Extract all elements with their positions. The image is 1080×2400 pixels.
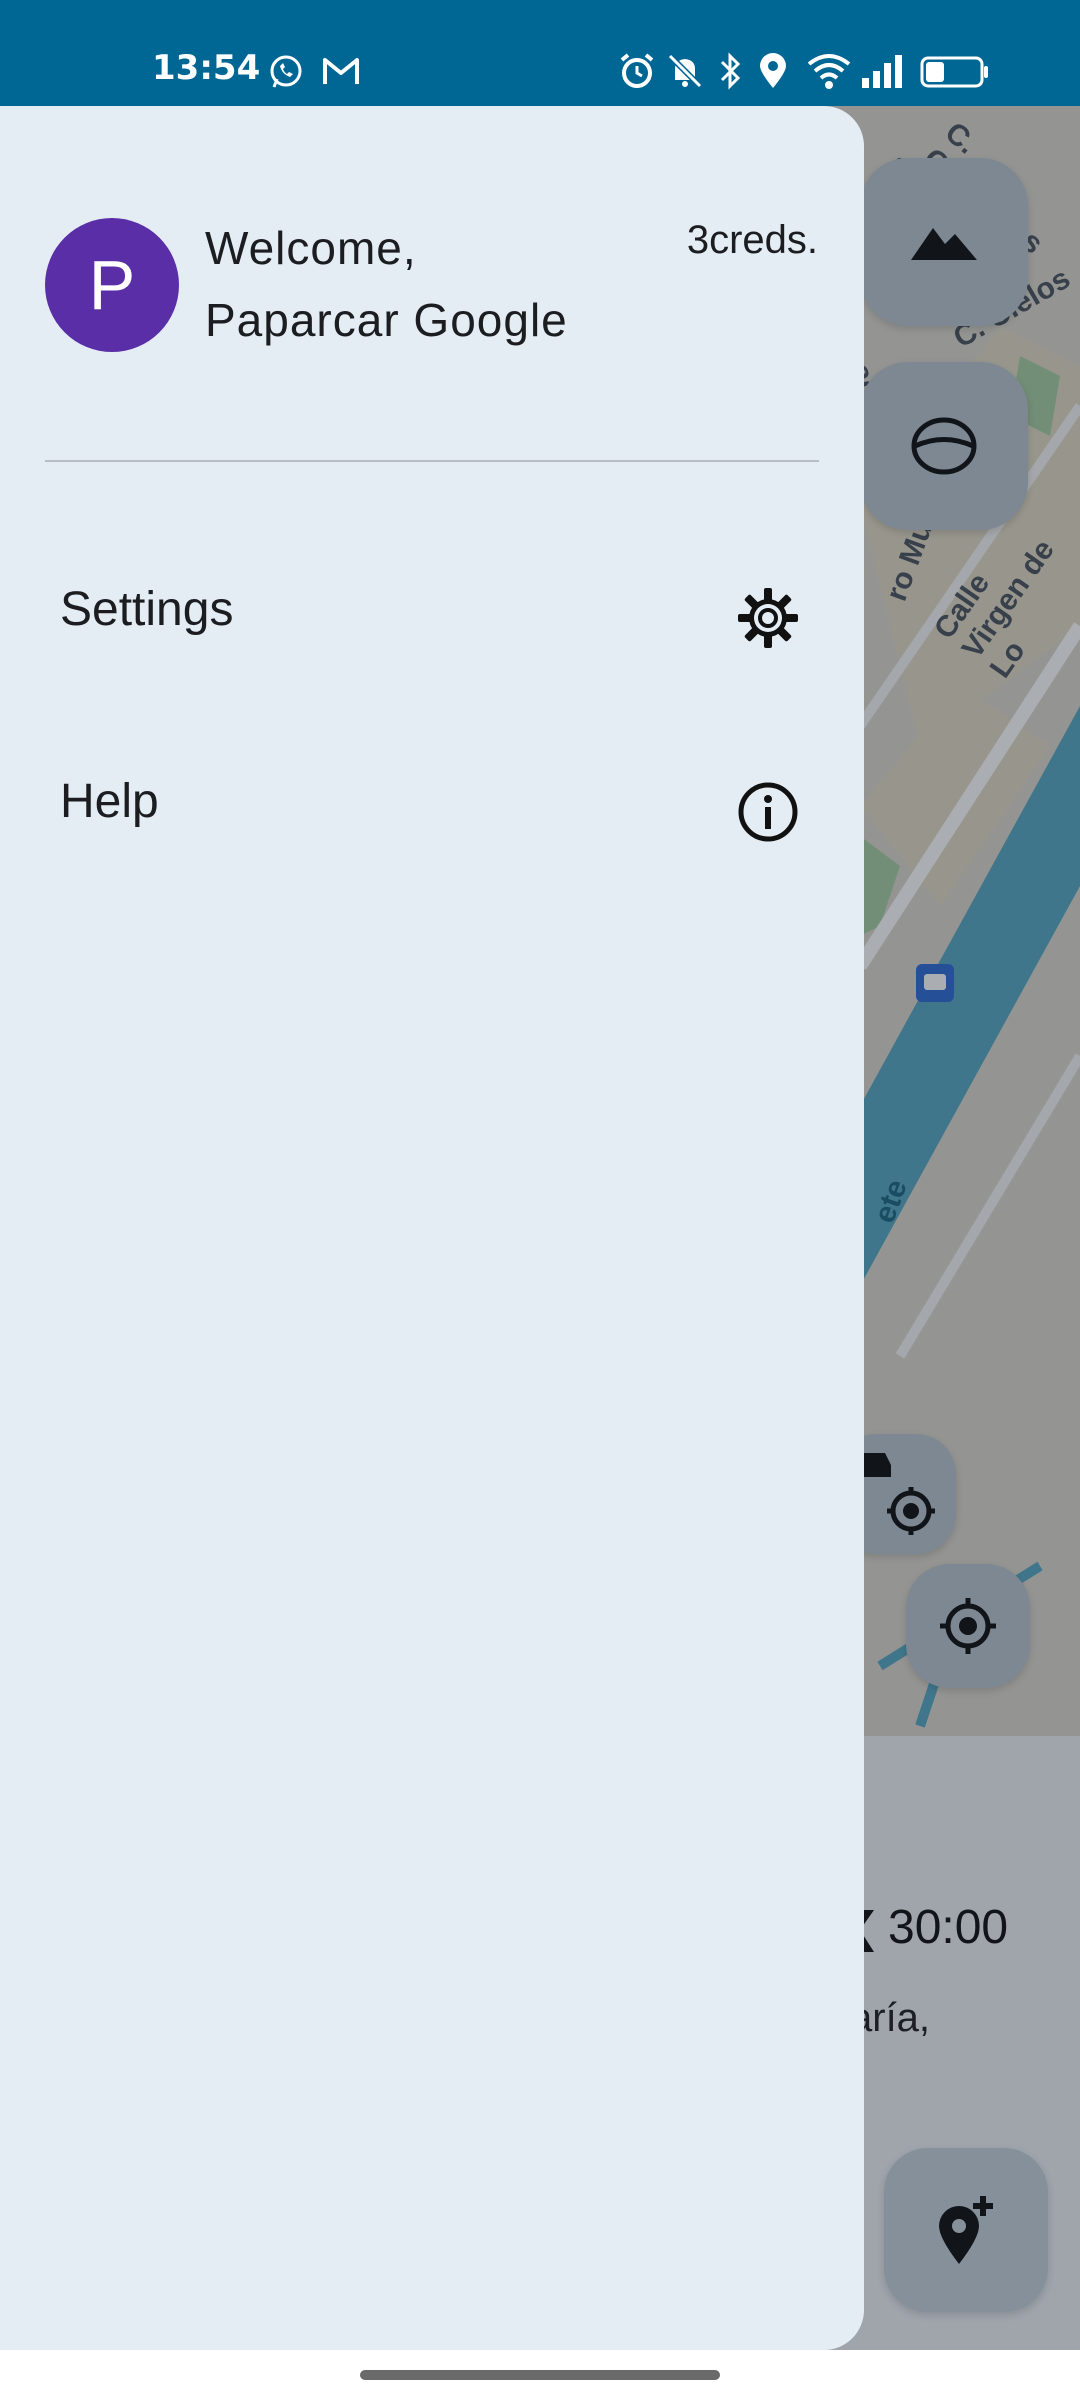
- gear-icon: [738, 588, 798, 648]
- info-icon: [738, 782, 798, 842]
- battery-icon: [920, 56, 988, 88]
- welcome-text: Welcome, Paparcar Google: [205, 212, 568, 356]
- credits-count: 3creds.: [686, 218, 818, 262]
- signal-icon: [862, 55, 902, 88]
- wifi-icon: [807, 54, 851, 89]
- welcome-line1: Welcome,: [205, 222, 417, 274]
- avatar-initial: P: [88, 246, 136, 324]
- status-time: 13:54: [152, 48, 261, 88]
- bluetooth-icon: [720, 52, 741, 90]
- notifications-off-icon: [667, 53, 703, 89]
- divider: [45, 460, 819, 462]
- menu-item-help[interactable]: Help: [0, 738, 864, 888]
- navigation-drawer: P Welcome, Paparcar Google 3creds. Setti…: [0, 106, 864, 2350]
- alarm-icon: [620, 53, 654, 88]
- location-icon: [760, 53, 786, 88]
- menu-item-label: Settings: [60, 583, 234, 636]
- home-gesture-handle[interactable]: [360, 2370, 720, 2380]
- menu-item-label: Help: [60, 775, 159, 828]
- user-name: Paparcar Google: [205, 294, 568, 346]
- gmail-icon: [323, 58, 359, 84]
- menu-item-settings[interactable]: Settings: [0, 546, 864, 696]
- avatar[interactable]: P: [45, 218, 179, 352]
- status-bar: 13:54: [0, 0, 1080, 106]
- system-nav-bar: [0, 2350, 1080, 2400]
- whatsapp-icon: [270, 55, 302, 88]
